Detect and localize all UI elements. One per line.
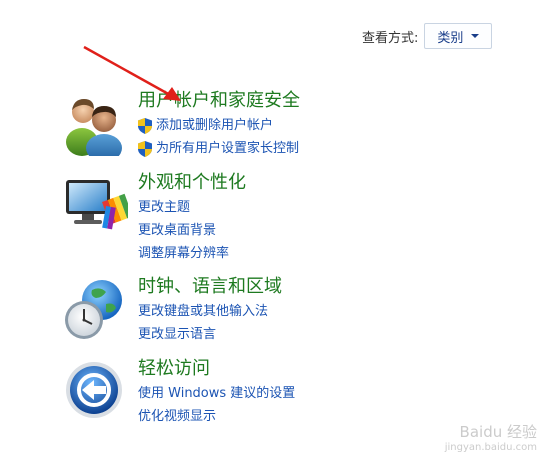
- watermark-url: jingyan.baidu.com: [444, 442, 537, 453]
- link-text: 为所有用户设置家长控制: [156, 141, 300, 156]
- parental-controls-link[interactable]: 为所有用户设置家长控制: [138, 137, 300, 160]
- category-title[interactable]: 用户帐户和家庭安全: [138, 90, 300, 114]
- uac-shield-icon: [138, 140, 152, 157]
- change-desktop-background-link[interactable]: 更改桌面背景: [138, 219, 246, 242]
- users-icon[interactable]: [62, 90, 128, 156]
- change-keyboard-input-link[interactable]: 更改键盘或其他输入法: [138, 300, 282, 323]
- link-text: 添加或删除用户帐户: [156, 118, 274, 133]
- watermark-brand: Baidu 经验: [459, 423, 537, 441]
- category-clock-language-region: 时钟、语言和区域 更改键盘或其他输入法 更改显示语言: [62, 276, 282, 346]
- uac-shield-icon: [138, 117, 152, 134]
- watermark: Baidu 经验 jingyan.baidu.com: [445, 424, 537, 456]
- category-ease-of-access: 轻松访问 使用 Windows 建议的设置 优化视频显示: [62, 358, 295, 428]
- view-by-control: 查看方式: 类别: [362, 23, 493, 49]
- display-icon[interactable]: [62, 172, 128, 238]
- add-remove-accounts-link[interactable]: 添加或删除用户帐户: [138, 114, 300, 137]
- category-title[interactable]: 轻松访问: [138, 358, 295, 382]
- chevron-down-icon: [471, 34, 480, 38]
- clock-globe-icon[interactable]: [62, 276, 128, 342]
- change-display-language-link[interactable]: 更改显示语言: [138, 323, 282, 346]
- category-user-accounts: 用户帐户和家庭安全 添加或删除用户帐户 为所有用户设置家长控制: [62, 90, 300, 160]
- adjust-screen-resolution-link[interactable]: 调整屏幕分辨率: [138, 242, 246, 265]
- optimize-video-display-link[interactable]: 优化视频显示: [138, 405, 295, 428]
- category-title[interactable]: 外观和个性化: [138, 172, 246, 196]
- change-theme-link[interactable]: 更改主题: [138, 196, 246, 219]
- ease-of-access-icon[interactable]: [62, 358, 128, 424]
- view-by-dropdown[interactable]: 类别: [424, 23, 493, 49]
- category-appearance: 外观和个性化 更改主题 更改桌面背景 调整屏幕分辨率: [62, 172, 246, 265]
- view-by-selected: 类别: [437, 30, 464, 46]
- use-recommended-settings-link[interactable]: 使用 Windows 建议的设置: [138, 382, 295, 405]
- category-title[interactable]: 时钟、语言和区域: [138, 276, 282, 300]
- view-by-label: 查看方式:: [362, 30, 419, 46]
